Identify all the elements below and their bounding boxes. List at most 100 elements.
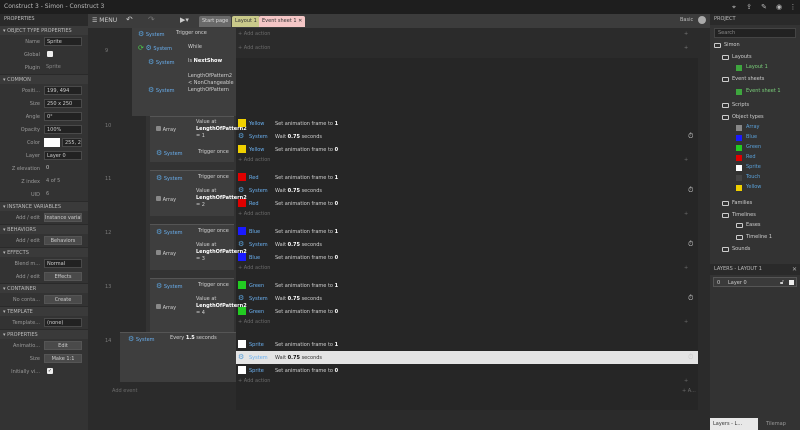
edit-icon[interactable]: ✎ [760, 3, 768, 11]
tree-item-layout1[interactable]: Layout 1 [736, 64, 768, 71]
action-row[interactable]: Sprite Set animation frame to 0 [236, 364, 698, 377]
lock-icon[interactable]: 🔓︎ [780, 279, 784, 287]
action-row[interactable]: ⚙ System Wait 0.75 seconds ⏱ [236, 292, 698, 305]
action-row[interactable]: Yellow Set animation frame to 1 [236, 117, 698, 130]
user-icon[interactable]: ◉ [775, 3, 783, 11]
tree-item-touch[interactable]: Touch [736, 174, 760, 181]
condition[interactable]: ⚙ System Is NextShow [148, 58, 222, 71]
tree-item-sounds[interactable]: Sounds [722, 246, 750, 252]
condition[interactable]: ⚙ System Trigger once [156, 282, 229, 295]
add-event-link[interactable]: Add event [112, 388, 138, 398]
visible-checkbox[interactable] [789, 280, 794, 285]
tree-item-sprite[interactable]: Sprite [736, 164, 761, 171]
tree-item-families[interactable]: Families [722, 200, 752, 206]
condition[interactable]: ⚙ System Every 1.5 seconds [128, 335, 217, 348]
initially-visible-checkbox[interactable]: ✓ [47, 368, 53, 374]
search-input[interactable]: Search [714, 28, 796, 38]
action-row[interactable]: Green Set animation frame to 1 [236, 279, 698, 292]
condition[interactable]: Array [156, 126, 176, 139]
condition[interactable]: ⚙ System Trigger once [138, 30, 207, 43]
action-row[interactable]: ⚙ System Wait 0.75 seconds ⏱ [236, 238, 698, 251]
action-row[interactable]: Green Set animation frame to 0 [236, 305, 698, 318]
add-icon[interactable]: + [684, 319, 688, 325]
section-object-type[interactable]: ▾ OBJECT TYPE PROPERTIES [0, 25, 88, 35]
action-row[interactable]: Red Set animation frame to 0 [236, 197, 698, 210]
add-action-link[interactable]: + Add action + [238, 378, 698, 388]
behaviors-button[interactable]: Behaviors [44, 236, 82, 245]
section-instance-vars[interactable]: ▾ INSTANCE VARIABLES [0, 201, 88, 211]
blend-select[interactable]: Normal [44, 259, 82, 268]
add-action-link[interactable]: + Add action + [238, 211, 698, 221]
global-checkbox[interactable] [47, 51, 53, 57]
menu-button[interactable]: ☰ MENU [92, 17, 117, 24]
add-icon[interactable]: + [684, 211, 688, 217]
condition[interactable]: ⚙ System Trigger once [156, 149, 229, 162]
tab-start-page[interactable]: Start page [199, 16, 232, 27]
action-row[interactable]: ⚙ System Wait 0.75 seconds ⏱ [236, 130, 698, 143]
add-action-link[interactable]: + Add action [238, 45, 270, 55]
condition[interactable]: ⚙ System [148, 86, 175, 99]
action-row[interactable]: ⚙ System Wait 0.75 seconds ⏱ [236, 184, 698, 197]
undo-icon[interactable]: ↶ [126, 15, 133, 24]
tree-item-blue[interactable]: Blue [736, 134, 757, 141]
tree-item-eases[interactable]: Eases [736, 222, 761, 228]
add-icon[interactable]: + [684, 31, 688, 41]
tree-item-green[interactable]: Green [736, 144, 761, 151]
add-action-link[interactable]: + Add action + [238, 319, 698, 329]
condition[interactable]: ⚙ System Trigger once [156, 174, 229, 187]
add-action-link[interactable]: + Add action + [238, 265, 698, 275]
add-action-link[interactable]: + Add action [238, 31, 270, 41]
section-behaviors[interactable]: ▾ BEHAVIORS [0, 224, 88, 234]
tree-item-red[interactable]: Red [736, 154, 756, 161]
template-select[interactable]: (none) [44, 318, 82, 327]
effects-button[interactable]: Effects [44, 272, 82, 281]
color-swatch[interactable] [44, 138, 60, 147]
layer-select[interactable]: Layer 0 [44, 151, 82, 160]
angle-input[interactable]: 0° [44, 112, 82, 121]
create-container-button[interactable]: Create [44, 295, 82, 304]
add-icon[interactable]: + [684, 157, 688, 163]
tree-item-simon[interactable]: Simon [714, 42, 740, 48]
tree-item-timeline1[interactable]: Timeline 1 [736, 234, 772, 240]
tree-item-es1[interactable]: Event sheet 1 [736, 88, 781, 95]
tree-item-layouts[interactable]: Layouts [722, 54, 752, 60]
tree-item-yellow[interactable]: Yellow [736, 184, 761, 191]
color-input[interactable]: 255, 2 [62, 138, 82, 147]
help-icon[interactable] [698, 16, 706, 24]
instance-variables-button[interactable]: Instance variable [44, 213, 82, 222]
tab-tilemap[interactable]: Tilemap [766, 421, 786, 427]
condition[interactable]: Array [156, 196, 176, 209]
opacity-input[interactable]: 100% [44, 125, 82, 134]
section-common[interactable]: ▾ COMMON [0, 74, 88, 84]
tab-event-sheet-1[interactable]: Event sheet 1 ✕ [259, 16, 306, 27]
share-icon[interactable]: ⇪ [745, 3, 753, 11]
make-1-1-button[interactable]: Make 1:1 [44, 354, 82, 363]
redo-icon[interactable]: ↷ [148, 15, 155, 24]
close-icon[interactable]: ✕ [792, 266, 797, 273]
add-event-icon[interactable]: + A... [682, 388, 696, 398]
add-action-link[interactable]: + Add action + [238, 157, 698, 167]
section-template[interactable]: ▾ TEMPLATE [0, 306, 88, 316]
more-icon[interactable]: ⋮ [789, 3, 797, 11]
action-row[interactable]: Blue Set animation frame to 1 [236, 225, 698, 238]
tab-layout-1[interactable]: Layout 1 [232, 16, 260, 27]
condition[interactable]: Array [156, 250, 176, 263]
action-row[interactable]: Sprite Set animation frame to 1 [236, 338, 698, 351]
tree-item-eventsheets[interactable]: Event sheets [722, 76, 764, 82]
section-container[interactable]: ▾ CONTAINER [0, 283, 88, 293]
add-icon[interactable]: + [684, 45, 688, 55]
tree-item-timelines[interactable]: Timelines [722, 212, 756, 218]
tree-item-objtypes[interactable]: Object types [722, 114, 764, 120]
add-icon[interactable]: + [684, 265, 688, 271]
name-input[interactable]: Sprite [44, 37, 82, 46]
edit-animations-button[interactable]: Edit [44, 341, 82, 350]
tree-item-scripts[interactable]: Scripts [722, 102, 749, 108]
section-effects[interactable]: ▾ EFFECTS [0, 247, 88, 257]
tab-layers[interactable]: Layers - L... [710, 418, 758, 430]
action-row[interactable]: Blue Set animation frame to 0 [236, 251, 698, 264]
play-icon[interactable]: ▶▾ [180, 16, 189, 24]
section-properties[interactable]: ▾ PROPERTIES [0, 329, 88, 339]
layer-row[interactable]: 0 Layer 0 🔓︎ [713, 277, 797, 287]
pin-icon[interactable]: ⌖ [730, 3, 738, 11]
tree-item-array[interactable]: Array [736, 124, 759, 131]
